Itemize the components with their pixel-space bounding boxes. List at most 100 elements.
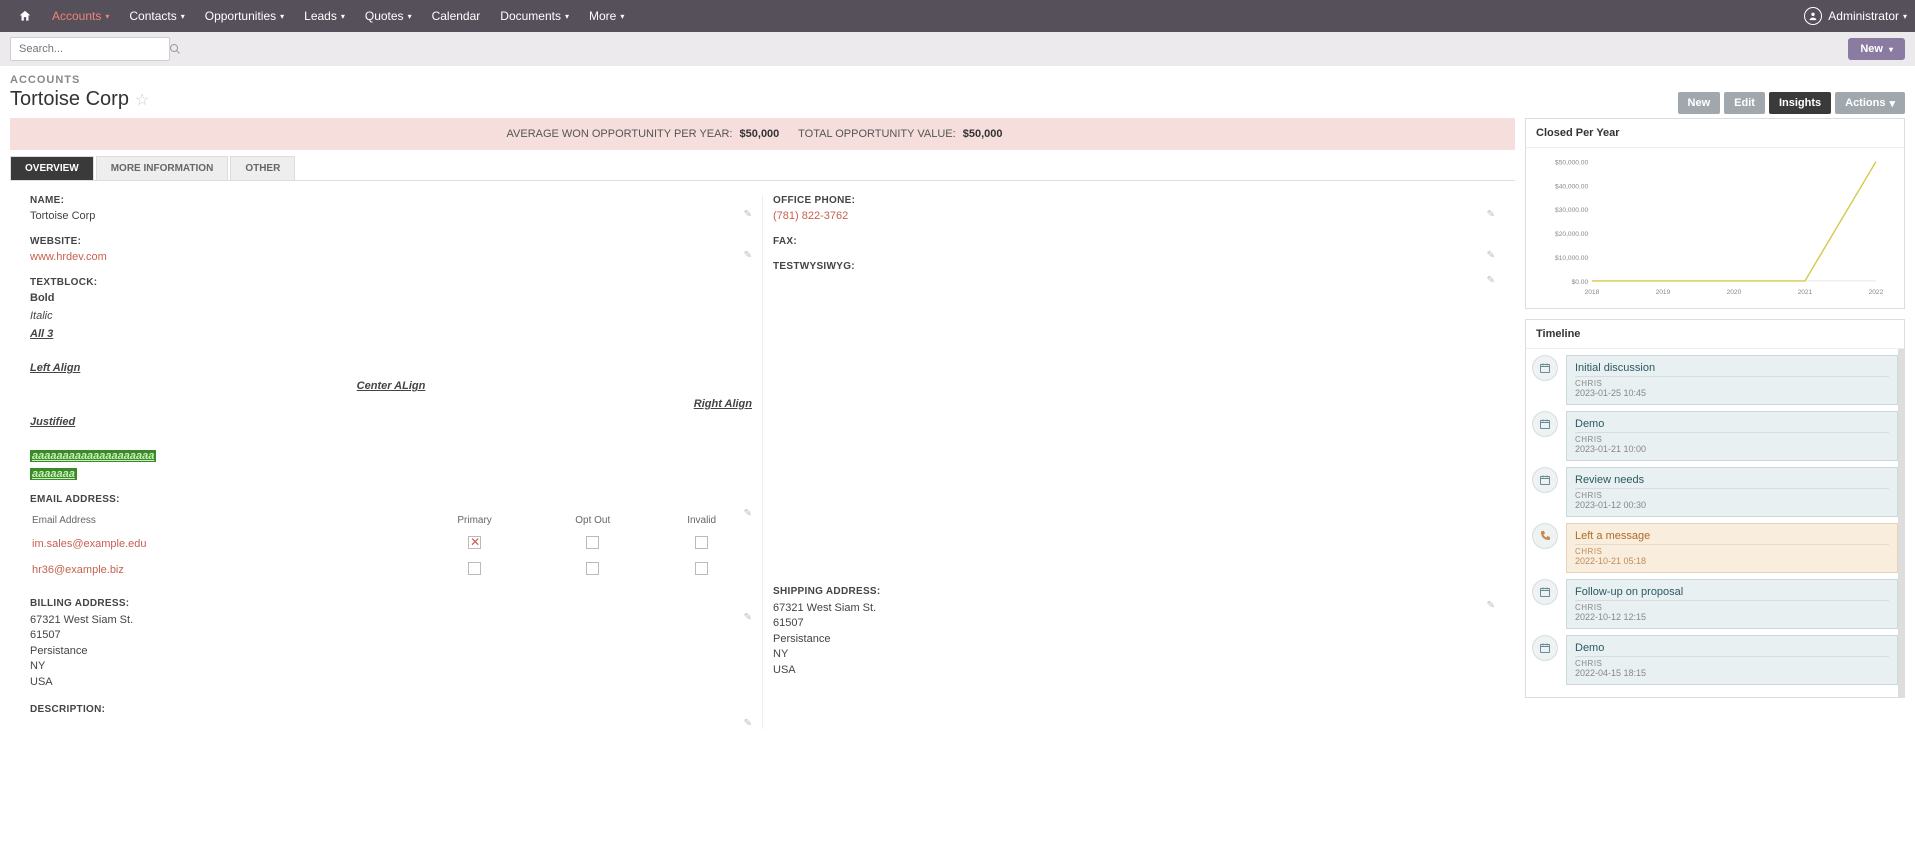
- calendar-icon: [1532, 635, 1558, 661]
- chart-title: Closed Per Year: [1526, 119, 1904, 148]
- field-label: NAME:: [30, 195, 752, 206]
- user-name: Administrator: [1828, 9, 1899, 23]
- tb-highlight: aaaaaaa: [30, 468, 77, 480]
- nav-leads[interactable]: Leads▾: [294, 0, 355, 32]
- home-icon[interactable]: [8, 0, 42, 32]
- timeline-scrollbar[interactable]: [1898, 349, 1904, 697]
- timeline-item-timestamp: 2023-01-21 10:00: [1575, 444, 1889, 454]
- svg-text:$0.00: $0.00: [1572, 279, 1589, 286]
- edit-pencil-icon[interactable]: ✎: [744, 718, 752, 729]
- edit-pencil-icon[interactable]: ✎: [744, 209, 752, 220]
- kpi-total-value: $50,000: [963, 128, 1003, 140]
- calendar-icon: [1532, 467, 1558, 493]
- tb-left: Left Align: [30, 362, 752, 374]
- timeline-card: Initial discussion CHRIS 2023-01-25 10:4…: [1566, 355, 1898, 405]
- edit-pencil-icon[interactable]: ✎: [744, 612, 752, 623]
- calendar-icon: [1532, 579, 1558, 605]
- field-label: TEXTBLOCK:: [30, 277, 752, 288]
- user-avatar-icon: [1804, 7, 1822, 25]
- edit-pencil-icon[interactable]: ✎: [1487, 209, 1495, 220]
- nav-documents[interactable]: Documents▾: [490, 0, 579, 32]
- search-input[interactable]: [11, 43, 169, 55]
- email-link[interactable]: im.sales@example.edu: [32, 538, 147, 550]
- insights-button[interactable]: Insights: [1769, 92, 1831, 114]
- checkbox-primary[interactable]: [468, 536, 481, 549]
- tab-overview[interactable]: OVERVIEW: [10, 156, 94, 180]
- nav-label: Opportunities: [205, 9, 276, 23]
- edit-pencil-icon[interactable]: ✎: [744, 250, 752, 261]
- timeline-item[interactable]: Demo CHRIS 2022-04-15 18:15: [1532, 635, 1898, 685]
- svg-text:2022: 2022: [1869, 289, 1884, 296]
- user-menu[interactable]: Administrator ▾: [1804, 7, 1907, 25]
- timeline-item[interactable]: Follow-up on proposal CHRIS 2022-10-12 1…: [1532, 579, 1898, 629]
- kpi-avg-value: $50,000: [740, 128, 780, 140]
- timeline-item[interactable]: Review needs CHRIS 2023-01-12 00:30: [1532, 467, 1898, 517]
- field-testwysiwyg: TESTWYSIWYG: ✎: [773, 261, 1495, 272]
- edit-button[interactable]: Edit: [1724, 92, 1765, 114]
- email-link[interactable]: hr36@example.biz: [32, 564, 124, 576]
- edit-pencil-icon[interactable]: ✎: [1487, 600, 1495, 611]
- tab-more-info[interactable]: MORE INFORMATION: [96, 156, 229, 180]
- phone-link[interactable]: (781) 822-3762: [773, 210, 848, 222]
- checkbox-optout[interactable]: [586, 562, 599, 575]
- field-label: WEBSITE:: [30, 236, 752, 247]
- field-label: TESTWYSIWYG:: [773, 261, 1495, 272]
- checkbox-invalid[interactable]: [695, 536, 708, 549]
- nav-more[interactable]: More▾: [579, 0, 634, 32]
- field-label: BILLING ADDRESS:: [30, 598, 752, 609]
- breadcrumb: ACCOUNTS: [10, 74, 149, 86]
- field-email: EMAIL ADDRESS: ✎ Email Address Primary O…: [30, 494, 752, 584]
- timeline-item-who: CHRIS: [1575, 544, 1889, 556]
- new-button[interactable]: New: [1678, 92, 1721, 114]
- timeline-item-who: CHRIS: [1575, 432, 1889, 444]
- timeline-item-timestamp: 2023-01-12 00:30: [1575, 500, 1889, 510]
- svg-text:$30,000.00: $30,000.00: [1555, 207, 1588, 214]
- timeline-item-title: Follow-up on proposal: [1575, 586, 1889, 598]
- tab-other[interactable]: OTHER: [230, 156, 295, 180]
- nav-contacts[interactable]: Contacts▾: [119, 0, 194, 32]
- action-buttons: New Edit Insights Actions▾: [1678, 92, 1905, 114]
- timeline-item-title: Demo: [1575, 642, 1889, 654]
- nav-label: Quotes: [365, 9, 404, 23]
- new-record-button[interactable]: New ▾: [1848, 38, 1905, 60]
- addr-line: Persistance: [30, 644, 752, 659]
- timeline-item-title: Initial discussion: [1575, 362, 1889, 374]
- edit-pencil-icon[interactable]: ✎: [1487, 275, 1495, 286]
- detail-body: NAME: Tortoise Corp ✎ WEBSITE: www.hrdev…: [10, 181, 1515, 743]
- nav-accounts[interactable]: Accounts▾: [42, 0, 119, 32]
- tb-just: Justified: [30, 416, 752, 428]
- caret-icon: ▾: [1903, 12, 1907, 21]
- nav-label: Leads: [304, 9, 337, 23]
- nav-quotes[interactable]: Quotes▾: [355, 0, 422, 32]
- search-icon[interactable]: [169, 43, 181, 55]
- timeline-item[interactable]: Left a message CHRIS 2022-10-21 05:18: [1532, 523, 1898, 573]
- tb-all3: All 3: [30, 328, 752, 340]
- email-col-addr: Email Address: [32, 511, 415, 530]
- edit-pencil-icon[interactable]: ✎: [1487, 250, 1495, 261]
- checkbox-optout[interactable]: [586, 536, 599, 549]
- new-label: New: [1860, 43, 1883, 55]
- textblock-content: Bold Italic All 3 Left Align Center ALig…: [30, 292, 752, 480]
- caret-icon: ▾: [105, 12, 109, 21]
- svg-text:2021: 2021: [1798, 289, 1813, 296]
- field-label: EMAIL ADDRESS:: [30, 494, 752, 505]
- website-link[interactable]: www.hrdev.com: [30, 251, 107, 263]
- field-billing: BILLING ADDRESS: ✎ 67321 West Siam St. 6…: [30, 598, 752, 690]
- nav-label: Contacts: [129, 9, 176, 23]
- tb-center: Center ALign: [30, 380, 752, 392]
- checkbox-invalid[interactable]: [695, 562, 708, 575]
- timeline-item[interactable]: Demo CHRIS 2023-01-21 10:00: [1532, 411, 1898, 461]
- actions-button[interactable]: Actions▾: [1835, 92, 1905, 114]
- addr-line: NY: [773, 647, 1495, 662]
- favorite-star-icon[interactable]: ☆: [135, 90, 149, 110]
- timeline-item[interactable]: Initial discussion CHRIS 2023-01-25 10:4…: [1532, 355, 1898, 405]
- caret-icon: ▾: [1889, 45, 1893, 54]
- search-box[interactable]: [10, 37, 170, 61]
- email-table: Email Address Primary Opt Out Invalid im…: [30, 509, 752, 584]
- checkbox-primary[interactable]: [468, 562, 481, 575]
- edit-pencil-icon[interactable]: ✎: [744, 508, 752, 519]
- tb-bold: Bold: [30, 292, 752, 304]
- timeline-item-timestamp: 2022-10-12 12:15: [1575, 612, 1889, 622]
- nav-opportunities[interactable]: Opportunities▾: [195, 0, 294, 32]
- nav-calendar[interactable]: Calendar: [422, 0, 491, 32]
